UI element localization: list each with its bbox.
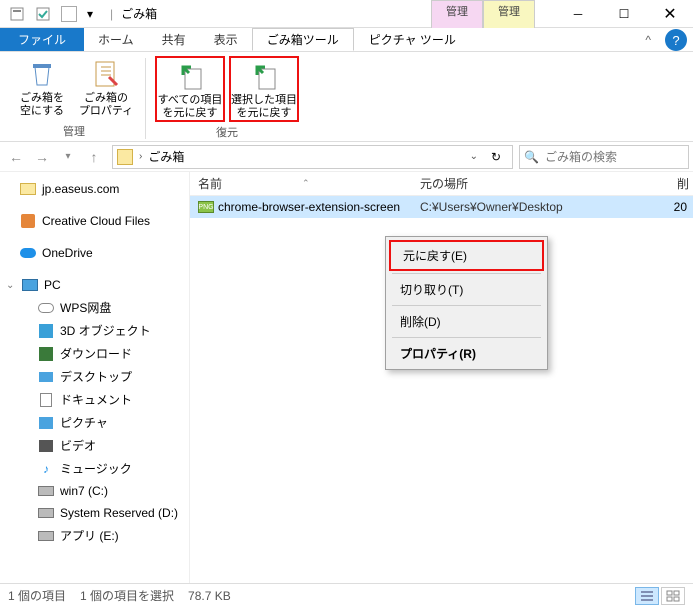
nav-bar: ← → ▾ ↑ › ごみ箱 ⌄ ↻ 🔍 ごみ箱の検索: [0, 142, 693, 172]
restore-selected-button[interactable]: 選択した項目 を元に戻す: [229, 56, 299, 122]
menu-separator: [392, 273, 541, 274]
explorer-body: jp.easeus.com Creative Cloud Files OneDr…: [0, 172, 693, 583]
ribbon-collapse-icon[interactable]: ^: [637, 28, 659, 51]
file-row[interactable]: PNGchrome-browser-extension-screen C:¥Us…: [190, 196, 693, 218]
restore-selected-icon: [248, 60, 280, 92]
sidebar-item-easeus[interactable]: jp.easeus.com: [0, 178, 189, 200]
menu-restore[interactable]: 元に戻す(E): [389, 240, 544, 271]
sidebar-item-desktop[interactable]: デスクトップ: [0, 365, 189, 388]
recycle-properties-button[interactable]: ごみ箱の プロパティ: [76, 56, 136, 121]
sidebar-item-3d[interactable]: 3D オブジェクト: [0, 319, 189, 342]
ribbon-tab-row: ファイル ホーム 共有 表示 ごみ箱ツール ピクチャ ツール ^ ?: [0, 28, 693, 52]
sidebar-item-downloads[interactable]: ダウンロード: [0, 342, 189, 365]
tab-share[interactable]: 共有: [148, 28, 200, 51]
properties-icon: [90, 58, 122, 90]
search-icon: 🔍: [524, 150, 539, 164]
qat-properties-icon[interactable]: [6, 3, 28, 25]
nav-forward-icon[interactable]: →: [30, 145, 54, 169]
context-tab-recycle[interactable]: 管理: [431, 0, 483, 28]
qat-folder-icon[interactable]: [58, 3, 80, 25]
tab-file[interactable]: ファイル: [0, 28, 84, 51]
sidebar-item-music[interactable]: ♪ミュージック: [0, 457, 189, 480]
tab-home[interactable]: ホーム: [84, 28, 148, 51]
menu-cut[interactable]: 切り取り(T): [388, 276, 545, 303]
restore-all-button[interactable]: すべての項目 を元に戻す: [155, 56, 225, 122]
chevron-right-icon[interactable]: ›: [139, 151, 142, 162]
empty-recycle-button[interactable]: ごみ箱を 空にする: [12, 56, 72, 121]
context-tab-picture[interactable]: 管理: [483, 0, 535, 28]
menu-separator: [392, 337, 541, 338]
sidebar: jp.easeus.com Creative Cloud Files OneDr…: [0, 172, 190, 583]
address-bar[interactable]: › ごみ箱 ⌄ ↻: [112, 145, 513, 169]
tab-picture-tools[interactable]: ピクチャ ツール: [354, 28, 471, 51]
help-icon[interactable]: ?: [665, 29, 687, 51]
addr-dropdown-icon[interactable]: ⌄: [470, 151, 478, 162]
qat-dropdown-icon[interactable]: ▾: [84, 3, 96, 25]
quick-access-toolbar: ▾: [0, 3, 102, 25]
nav-up-icon[interactable]: ↑: [82, 145, 106, 169]
png-file-icon: PNG: [198, 201, 214, 213]
sidebar-item-documents[interactable]: ドキュメント: [0, 388, 189, 411]
contextual-tabs: 管理 管理: [431, 0, 535, 28]
nav-recent-icon[interactable]: ▾: [56, 145, 80, 169]
ribbon-group-manage: ごみ箱を 空にする ごみ箱の プロパティ 管理: [6, 56, 142, 141]
menu-separator: [392, 305, 541, 306]
sidebar-item-videos[interactable]: ビデオ: [0, 434, 189, 457]
search-input[interactable]: 🔍 ごみ箱の検索: [519, 145, 689, 169]
menu-delete[interactable]: 削除(D): [388, 308, 545, 335]
view-details-button[interactable]: [635, 587, 659, 605]
menu-properties[interactable]: プロパティ(R): [388, 340, 545, 367]
sort-indicator-icon: ⌃: [302, 178, 310, 189]
refresh-icon[interactable]: ↻: [484, 150, 508, 164]
ribbon: ごみ箱を 空にする ごみ箱の プロパティ 管理 すべての項目 を元に戻す 選択し…: [0, 52, 693, 142]
file-list: 名前⌃ 元の場所 削 PNGchrome-browser-extension-s…: [190, 172, 693, 583]
expand-icon[interactable]: ⌄: [6, 280, 16, 291]
breadcrumb[interactable]: ごみ箱: [148, 148, 184, 165]
nav-back-icon[interactable]: ←: [4, 145, 28, 169]
sidebar-item-apps[interactable]: アプリ (E:): [0, 524, 189, 547]
maximize-button[interactable]: ☐: [601, 0, 647, 28]
ribbon-group-restore: すべての項目 を元に戻す 選択した項目 を元に戻す 復元: [149, 56, 305, 141]
sidebar-item-pc[interactable]: ⌄PC: [0, 274, 189, 296]
tab-recycle-tools[interactable]: ごみ箱ツール: [252, 28, 354, 51]
trash-icon: [26, 58, 58, 90]
status-selected-count: 1 個の項目を選択: [80, 587, 174, 604]
context-menu: 元に戻す(E) 切り取り(T) 削除(D) プロパティ(R): [385, 236, 548, 370]
qat-checkbox-icon[interactable]: [32, 3, 54, 25]
status-size: 78.7 KB: [188, 589, 231, 603]
sidebar-item-sysres[interactable]: System Reserved (D:): [0, 502, 189, 524]
window-title: ごみ箱: [121, 5, 157, 22]
window-controls: ─ ☐ ✕: [555, 0, 693, 28]
close-button[interactable]: ✕: [647, 0, 693, 28]
recycle-bin-icon: [117, 149, 133, 165]
sidebar-item-pictures[interactable]: ピクチャ: [0, 411, 189, 434]
window-title-wrap: | ごみ箱: [110, 5, 157, 22]
restore-all-icon: [174, 60, 206, 92]
sidebar-item-wps[interactable]: WPS网盘: [0, 296, 189, 319]
status-item-count: 1 個の項目: [8, 587, 66, 604]
sidebar-item-onedrive[interactable]: OneDrive: [0, 242, 189, 264]
minimize-button[interactable]: ─: [555, 0, 601, 28]
view-icons-button[interactable]: [661, 587, 685, 605]
status-bar: 1 個の項目 1 個の項目を選択 78.7 KB: [0, 583, 693, 607]
tab-view[interactable]: 表示: [200, 28, 252, 51]
title-separator: |: [110, 7, 113, 21]
sidebar-item-win7[interactable]: win7 (C:): [0, 480, 189, 502]
sidebar-item-ccf[interactable]: Creative Cloud Files: [0, 210, 189, 232]
title-bar: ▾ | ごみ箱 管理 管理 ─ ☐ ✕: [0, 0, 693, 28]
column-headers[interactable]: 名前⌃ 元の場所 削: [190, 172, 693, 196]
